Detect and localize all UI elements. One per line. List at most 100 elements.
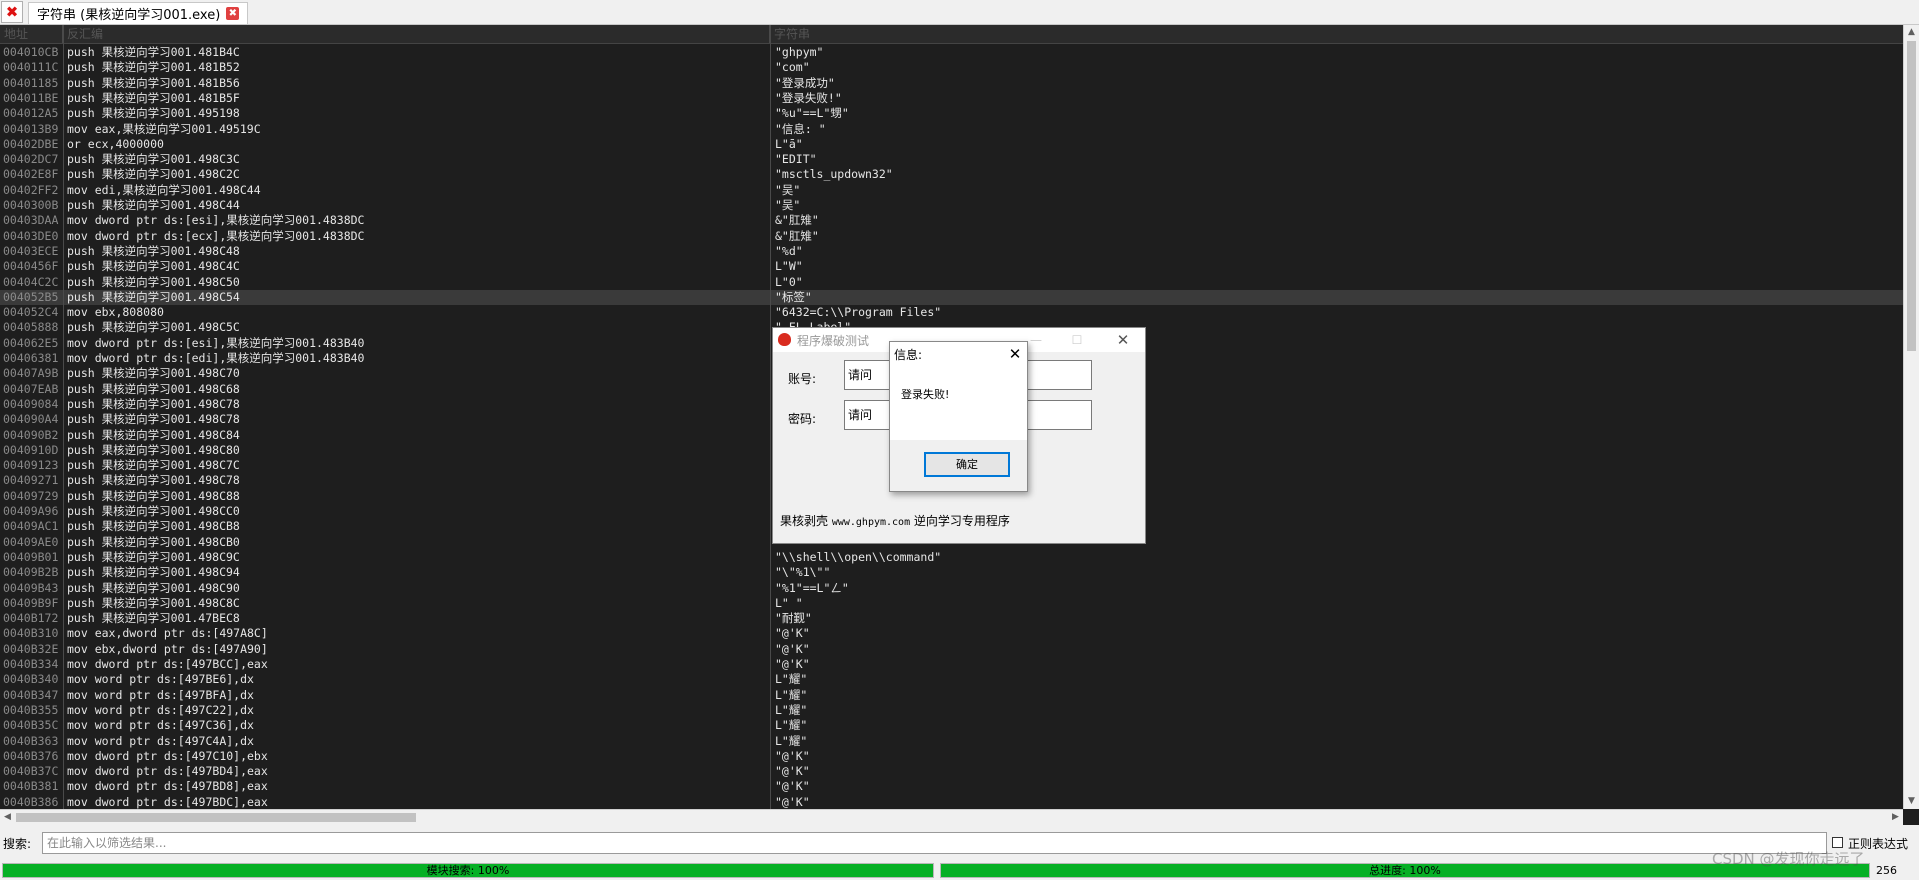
table-row[interactable]: 00402DC7 push 果核逆向学习001.498C3C "EDIT" [0,152,1903,167]
address-cell: 00409B2B [3,565,59,579]
disassembly-cell: mov edi,果核逆向学习001.498C44 [67,183,261,197]
close-icon[interactable]: ✕ [1005,344,1025,364]
table-row[interactable]: 004010CB push 果核逆向学习001.481B4C "ghpym" [0,45,1903,60]
ok-button[interactable]: 确定 [924,452,1010,477]
vertical-scroll-thumb[interactable] [1907,41,1916,351]
scroll-up-icon[interactable]: ▲ [1904,25,1919,40]
table-row[interactable]: 0040B355 mov word ptr ds:[497C22],dx L"耀" [0,703,1903,718]
string-cell: "\"%1\"" [775,565,831,579]
table-row[interactable]: 0040B35C mov word ptr ds:[497C36],dx L"耀" [0,718,1903,733]
table-row[interactable]: 0040111C push 果核逆向学习001.481B52 "com" [0,60,1903,75]
address-cell: 0040B386 [3,795,59,809]
disassembly-cell: mov dword ptr ds:[ecx],果核逆向学习001.4838DC [67,229,365,243]
address-cell: 0040B35C [3,718,59,732]
close-all-tabs-icon[interactable]: ✖ [1,1,23,23]
column-divider[interactable] [770,25,771,809]
string-cell: "ghpym" [775,45,824,59]
vertical-scrollbar[interactable]: ▲ ▼ [1903,25,1919,809]
table-row[interactable]: 0040B334 mov dword ptr ds:[497BCC],eax "@'… [0,657,1903,672]
tab-strings[interactable]: 字符串 (果核逆向学习001.exe) ✖ [28,2,249,24]
scroll-left-icon[interactable]: ◀ [0,810,15,825]
string-cell: &"肛雉" [775,229,819,243]
address-cell: 0040B310 [3,626,59,640]
string-cell: "\\shell\\open\\command" [775,550,942,564]
address-cell: 00409AC1 [3,519,59,533]
address-cell: 00406381 [3,351,59,365]
table-row[interactable]: 0040B363 mov word ptr ds:[497C4A],dx L"耀" [0,734,1903,749]
disassembly-cell: mov word ptr ds:[497BE6],dx [67,672,254,686]
table-row[interactable]: 0040B172 push 果核逆向学习001.47BEC8 "耐觐" [0,611,1903,626]
table-row[interactable]: 004011BE push 果核逆向学习001.481B5F "登录失败!" [0,91,1903,106]
maximize-icon[interactable]: ☐ [1063,330,1091,350]
message-box: 信息: ✕ 登录失败! 确定 [889,341,1028,492]
table-row[interactable]: 00403DE0 mov dword ptr ds:[ecx],果核逆向学习001… [0,229,1903,244]
table-row[interactable]: 00402FF2 mov edi,果核逆向学习001.498C44 "吴" [0,183,1903,198]
disassembly-cell: push 果核逆向学习001.498C50 [67,275,240,289]
table-row[interactable]: 00409B01 push 果核逆向学习001.498C9C "\\shell\\o… [0,550,1903,565]
disassembly-cell: push 果核逆向学习001.47BEC8 [67,611,240,625]
table-row[interactable]: 00409B43 push 果核逆向学习001.498C90 "%1"==L"ㄥ" [0,581,1903,596]
table-row[interactable]: 004052B5 push 果核逆向学习001.498C54 "标签" [0,290,1903,305]
disassembly-cell: push 果核逆向学习001.498C68 [67,382,240,396]
address-cell: 0040B347 [3,688,59,702]
table-row[interactable]: 00409B9F push 果核逆向学习001.498C8C L" " [0,596,1903,611]
result-count: 256 [1876,864,1897,877]
table-row[interactable]: 004013B9 mov eax,果核逆向学习001.49519C "信息: " [0,122,1903,137]
address-cell: 00407EAB [3,382,59,396]
column-divider[interactable] [63,25,64,809]
address-cell: 004010CB [3,45,59,59]
search-input[interactable] [42,832,1827,854]
column-header-address[interactable]: 地址 [0,25,63,43]
horizontal-scrollbar[interactable]: ◀ ▶ [0,809,1903,825]
disassembly-cell: push 果核逆向学习001.481B4C [67,45,240,59]
address-cell: 004013B9 [3,122,59,136]
disassembly-cell: mov dword ptr ds:[497BCC],eax [67,657,268,671]
string-cell: L"耀" [775,688,808,702]
table-row[interactable]: 0040456F push 果核逆向学习001.498C4C L"W" [0,259,1903,274]
string-cell: "EDIT" [775,152,817,166]
disassembly-cell: mov eax,dword ptr ds:[497A8C] [67,626,268,640]
tab-close-icon[interactable]: ✖ [226,7,240,20]
table-row[interactable]: 0040B386 mov dword ptr ds:[497BDC],eax "@'… [0,795,1903,809]
table-row[interactable]: 0040B37C mov dword ptr ds:[497BD4],eax "@'… [0,764,1903,779]
scroll-right-icon[interactable]: ▶ [1888,810,1903,825]
footer-url: www.ghpym.com [831,517,911,528]
account-label: 账号: [788,372,817,386]
string-cell: "@'K" [775,626,810,640]
table-row[interactable]: 00402E8F push 果核逆向学习001.498C2C "msctls_upd… [0,167,1903,182]
address-cell: 0040300B [3,198,59,212]
scroll-down-icon[interactable]: ▼ [1904,794,1919,809]
table-row[interactable]: 00409B2B push 果核逆向学习001.498C94 "\"%1\"" [0,565,1903,580]
table-row[interactable]: 00403ECE push 果核逆向学习001.498C48 "%d" [0,244,1903,259]
disassembly-cell: mov dword ptr ds:[497BD8],eax [67,779,268,793]
table-row[interactable]: 004052C4 mov ebx,808080 "6432=C:\\Program … [0,305,1903,320]
table-row[interactable]: 00404C2C push 果核逆向学习001.498C50 L"0" [0,275,1903,290]
table-row[interactable]: 00401185 push 果核逆向学习001.481B56 "登录成功" [0,76,1903,91]
disassembly-cell: push 果核逆向学习001.498CB0 [67,535,240,549]
column-header-disassembly[interactable]: 反汇编 [63,25,770,43]
table-row[interactable]: 0040B376 mov dword ptr ds:[497C10],ebx "@'… [0,749,1903,764]
close-icon[interactable]: ✕ [1109,330,1137,350]
table-row[interactable]: 004012A5 push 果核逆向学习001.495198 "%u"==L"甥" [0,106,1903,121]
horizontal-scroll-thumb[interactable] [16,813,416,822]
table-row[interactable]: 00403DAA mov dword ptr ds:[esi],果核逆向学习001… [0,213,1903,228]
address-cell: 00402DBE [3,137,59,151]
regex-checkbox[interactable] [1832,837,1843,848]
table-row[interactable]: 00402DBE or ecx,4000000 L"ā" [0,137,1903,152]
column-header-string[interactable]: 字符串 [770,25,1903,43]
app-title: 程序爆破测试 [797,334,870,348]
table-row[interactable]: 0040B340 mov word ptr ds:[497BE6],dx L"耀" [0,672,1903,687]
table-row[interactable]: 0040B310 mov eax,dword ptr ds:[497A8C] "@'… [0,626,1903,641]
disassembly-cell: mov word ptr ds:[497C4A],dx [67,734,254,748]
string-cell: "信息: " [775,122,826,136]
address-cell: 00403ECE [3,244,59,258]
disassembly-cell: mov dword ptr ds:[497C10],ebx [67,749,268,763]
address-cell: 004062E5 [3,336,59,350]
table-row[interactable]: 0040300B push 果核逆向学习001.498C44 "吴" [0,198,1903,213]
table-row[interactable]: 0040B32E mov ebx,dword ptr ds:[497A90] "@'… [0,642,1903,657]
table-row[interactable]: 0040B347 mov word ptr ds:[497BFA],dx L"耀" [0,688,1903,703]
table-row[interactable]: 0040B381 mov dword ptr ds:[497BD8],eax "@'… [0,779,1903,794]
disassembly-cell: push 果核逆向学习001.481B52 [67,60,240,74]
address-cell: 004011BE [3,91,59,105]
address-cell: 00401185 [3,76,59,90]
